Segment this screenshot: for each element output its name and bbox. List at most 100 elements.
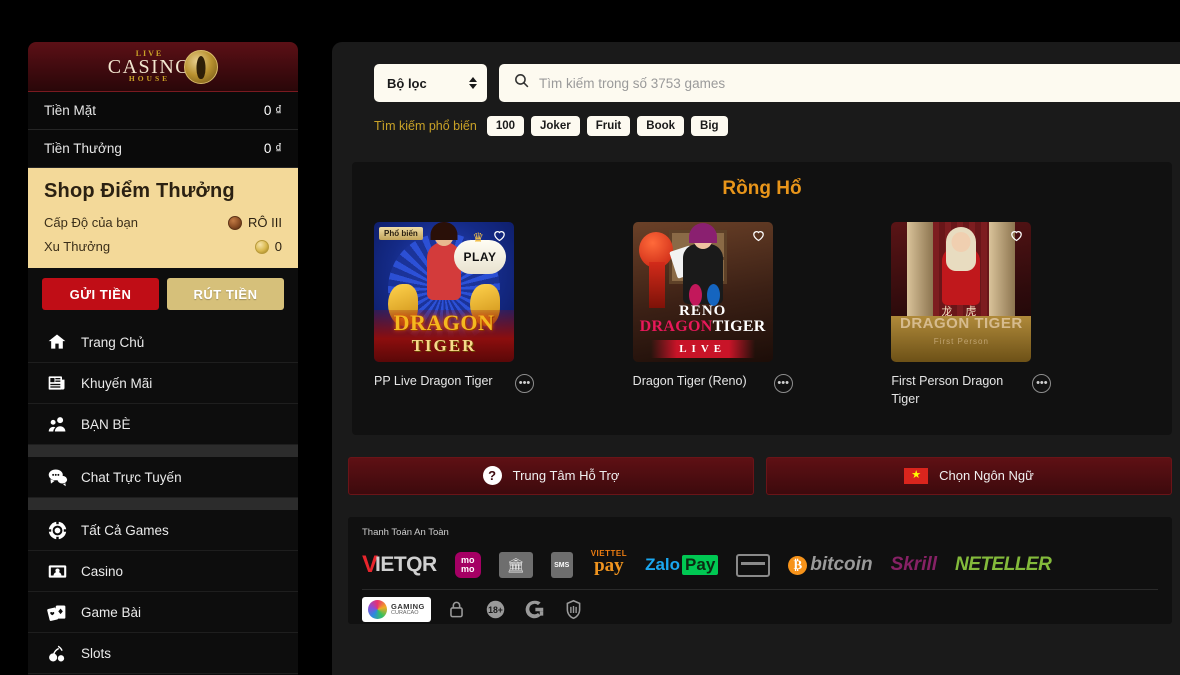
game-title: PP Live Dragon Tiger — [374, 373, 505, 391]
sidebar-divider — [28, 498, 298, 510]
casino-icon — [46, 560, 68, 582]
game-options-button[interactable]: ••• — [515, 374, 534, 393]
lock-icon — [444, 597, 470, 623]
search-input[interactable] — [539, 76, 1180, 91]
viettelpay-logo: VIETTELpay — [591, 550, 627, 580]
game-thumbnail[interactable]: 龙 虎 DRAGON TIGER First Person — [891, 222, 1031, 362]
vietnam-flag-icon: ★ — [904, 468, 928, 484]
sidebar-item-live-chat[interactable]: Chat Trực Tuyến — [28, 457, 298, 498]
search-box[interactable] — [499, 64, 1180, 102]
rewards-level-row: Cấp Độ của bạn RÔ III — [44, 215, 282, 230]
payment-logos-row: VIETQR momo 🏛 SMS VIETTELpay ZaloPay ₿bi… — [362, 546, 1158, 590]
game-title: First Person Dragon Tiger — [891, 373, 1022, 409]
search-icon — [513, 72, 530, 94]
filter-dropdown[interactable]: Bộ lọc — [374, 64, 487, 102]
language-select-label: Chọn Ngôn Ngữ — [939, 468, 1034, 483]
balance-value: 0 ₫ — [264, 141, 282, 156]
brand-logo[interactable]: LIVE CASINO HOUSE — [28, 42, 298, 92]
sidebar-item-friends[interactable]: BẠN BÈ — [28, 404, 298, 445]
balance-row-bonus: Tiền Thưởng 0 ₫ — [28, 130, 298, 168]
neteller-logo: NETELLER — [955, 550, 1051, 580]
gold-coin-icon — [255, 240, 269, 254]
bitcoin-logo: ₿bitcoin — [788, 550, 872, 580]
sidebar-item-promotions[interactable]: Khuyến Mãi — [28, 363, 298, 404]
popular-badge: Phổ biến — [379, 227, 423, 240]
rewards-shop-panel[interactable]: Shop Điểm Thưởng Cấp Độ của bạn RÔ III X… — [28, 168, 298, 268]
search-zone: Bộ lọc Tìm kiếm phổ biến 100 Joker Fruit — [332, 42, 1180, 136]
popular-tag[interactable]: Book — [637, 116, 684, 136]
popular-search-row: Tìm kiếm phổ biến 100 Joker Fruit Book B… — [374, 116, 1180, 136]
friends-icon — [46, 413, 68, 435]
popular-tag[interactable]: Joker — [531, 116, 580, 136]
artwork-title-line1: DRAGON TIGER — [891, 315, 1031, 332]
games-section: Rồng Hổ DRAGON TIGER Phổ biến ♛ — [352, 162, 1172, 435]
crown-icon: ♛ — [472, 230, 484, 246]
popular-tag[interactable]: Big — [691, 116, 728, 136]
support-center-button[interactable]: ? Trung Tâm Hỗ Trợ — [348, 457, 754, 495]
sidebar-item-casino[interactable]: Casino — [28, 551, 298, 592]
balance-label: Tiền Thưởng — [44, 141, 122, 156]
game-card[interactable]: 龙 虎 DRAGON TIGER First Person First P — [891, 222, 1150, 409]
certification-row: GAMINGCURACAO 18+ — [362, 590, 1158, 624]
bronze-chip-icon — [228, 216, 242, 230]
rewards-coin-value: 0 — [275, 239, 282, 254]
game-card[interactable]: DRAGON TIGER Phổ biến ♛ PLAY P — [374, 222, 633, 409]
withdraw-button[interactable]: RÚT TIỀN — [167, 278, 284, 310]
game-card-grid: DRAGON TIGER Phổ biến ♛ PLAY P — [352, 222, 1172, 409]
payment-footer-title: Thanh Toán An Toàn — [362, 527, 1158, 538]
vietqr-logo: VIETQR — [362, 550, 437, 580]
popular-tag[interactable]: Fruit — [587, 116, 631, 136]
sidebar-item-label: Trang Chủ — [81, 335, 144, 350]
gaming-curacao-logo: GAMINGCURACAO — [362, 597, 431, 622]
rewards-level-label: Cấp Độ của bạn — [44, 215, 138, 230]
support-row: ? Trung Tâm Hỗ Trợ ★ Chọn Ngôn Ngữ — [348, 457, 1172, 495]
game-title: Dragon Tiger (Reno) — [633, 373, 764, 391]
rewards-coin-row: Xu Thưởng 0 — [44, 239, 282, 254]
sidebar-item-label: Casino — [81, 564, 123, 579]
sidebar-item-label: BẠN BÈ — [81, 417, 131, 432]
slots-icon — [46, 642, 68, 664]
popular-tag[interactable]: 100 — [487, 116, 524, 136]
payment-footer: Thanh Toán An Toàn VIETQR momo 🏛 SMS VIE… — [348, 517, 1172, 624]
game-options-button[interactable]: ••• — [774, 374, 793, 393]
sidebar-item-slots[interactable]: Slots — [28, 633, 298, 674]
age-18-icon: 18+ — [483, 597, 509, 623]
gamcare-icon — [522, 597, 548, 623]
favorite-heart-icon[interactable] — [492, 228, 507, 248]
deposit-button[interactable]: GỬI TIỀN — [42, 278, 159, 310]
game-card[interactable]: RENO DRAGONTIGER LIVE — [633, 222, 892, 409]
question-mark-icon: ? — [483, 466, 502, 485]
favorite-heart-icon[interactable] — [751, 228, 766, 248]
filter-label: Bộ lọc — [387, 76, 427, 91]
language-select-button[interactable]: ★ Chọn Ngôn Ngữ — [766, 457, 1172, 495]
sidebar-item-label: Chat Trực Tuyến — [81, 470, 182, 485]
promotion-icon — [46, 372, 68, 394]
rewards-level-value: RÔ III — [248, 215, 282, 230]
sidebar-item-label: Khuyến Mãi — [81, 376, 152, 391]
rewards-shop-title: Shop Điểm Thưởng — [44, 180, 282, 203]
sidebar-item-label: Slots — [81, 646, 111, 661]
chat-icon — [46, 466, 68, 488]
sidebar: LIVE CASINO HOUSE Tiền Mặt 0 ₫ Tiền Thưở… — [28, 42, 298, 675]
game-thumbnail[interactable]: DRAGON TIGER Phổ biến ♛ PLAY — [374, 222, 514, 362]
favorite-heart-icon[interactable] — [1009, 228, 1024, 248]
responsible-gaming-icon — [561, 597, 587, 623]
artwork-title-line4: LIVE — [651, 340, 755, 358]
artwork-title-line3: TIGER — [713, 318, 766, 335]
balance-value: 0 ₫ — [264, 103, 282, 118]
sidebar-item-home[interactable]: Trang Chủ — [28, 322, 298, 363]
artwork-title-line2: DRAGON — [640, 318, 713, 335]
skrill-logo: Skrill — [891, 550, 937, 580]
bank-transfer-logo: 🏛 — [499, 552, 533, 578]
sidebar-divider — [28, 445, 298, 457]
momo-logo: momo — [455, 552, 481, 578]
sidebar-item-card-games[interactable]: Game Bài — [28, 592, 298, 633]
game-thumbnail[interactable]: RENO DRAGONTIGER LIVE — [633, 222, 773, 362]
credit-card-logo — [736, 554, 770, 577]
artwork-title-line2: TIGER — [374, 336, 514, 356]
sms-banking-logo: SMS — [551, 552, 573, 578]
sidebar-item-all-games[interactable]: Tất Cả Games — [28, 510, 298, 551]
game-options-button[interactable]: ••• — [1032, 374, 1051, 393]
main-panel: Bộ lọc Tìm kiếm phổ biến 100 Joker Fruit — [332, 42, 1180, 675]
balance-label: Tiền Mặt — [44, 103, 96, 118]
